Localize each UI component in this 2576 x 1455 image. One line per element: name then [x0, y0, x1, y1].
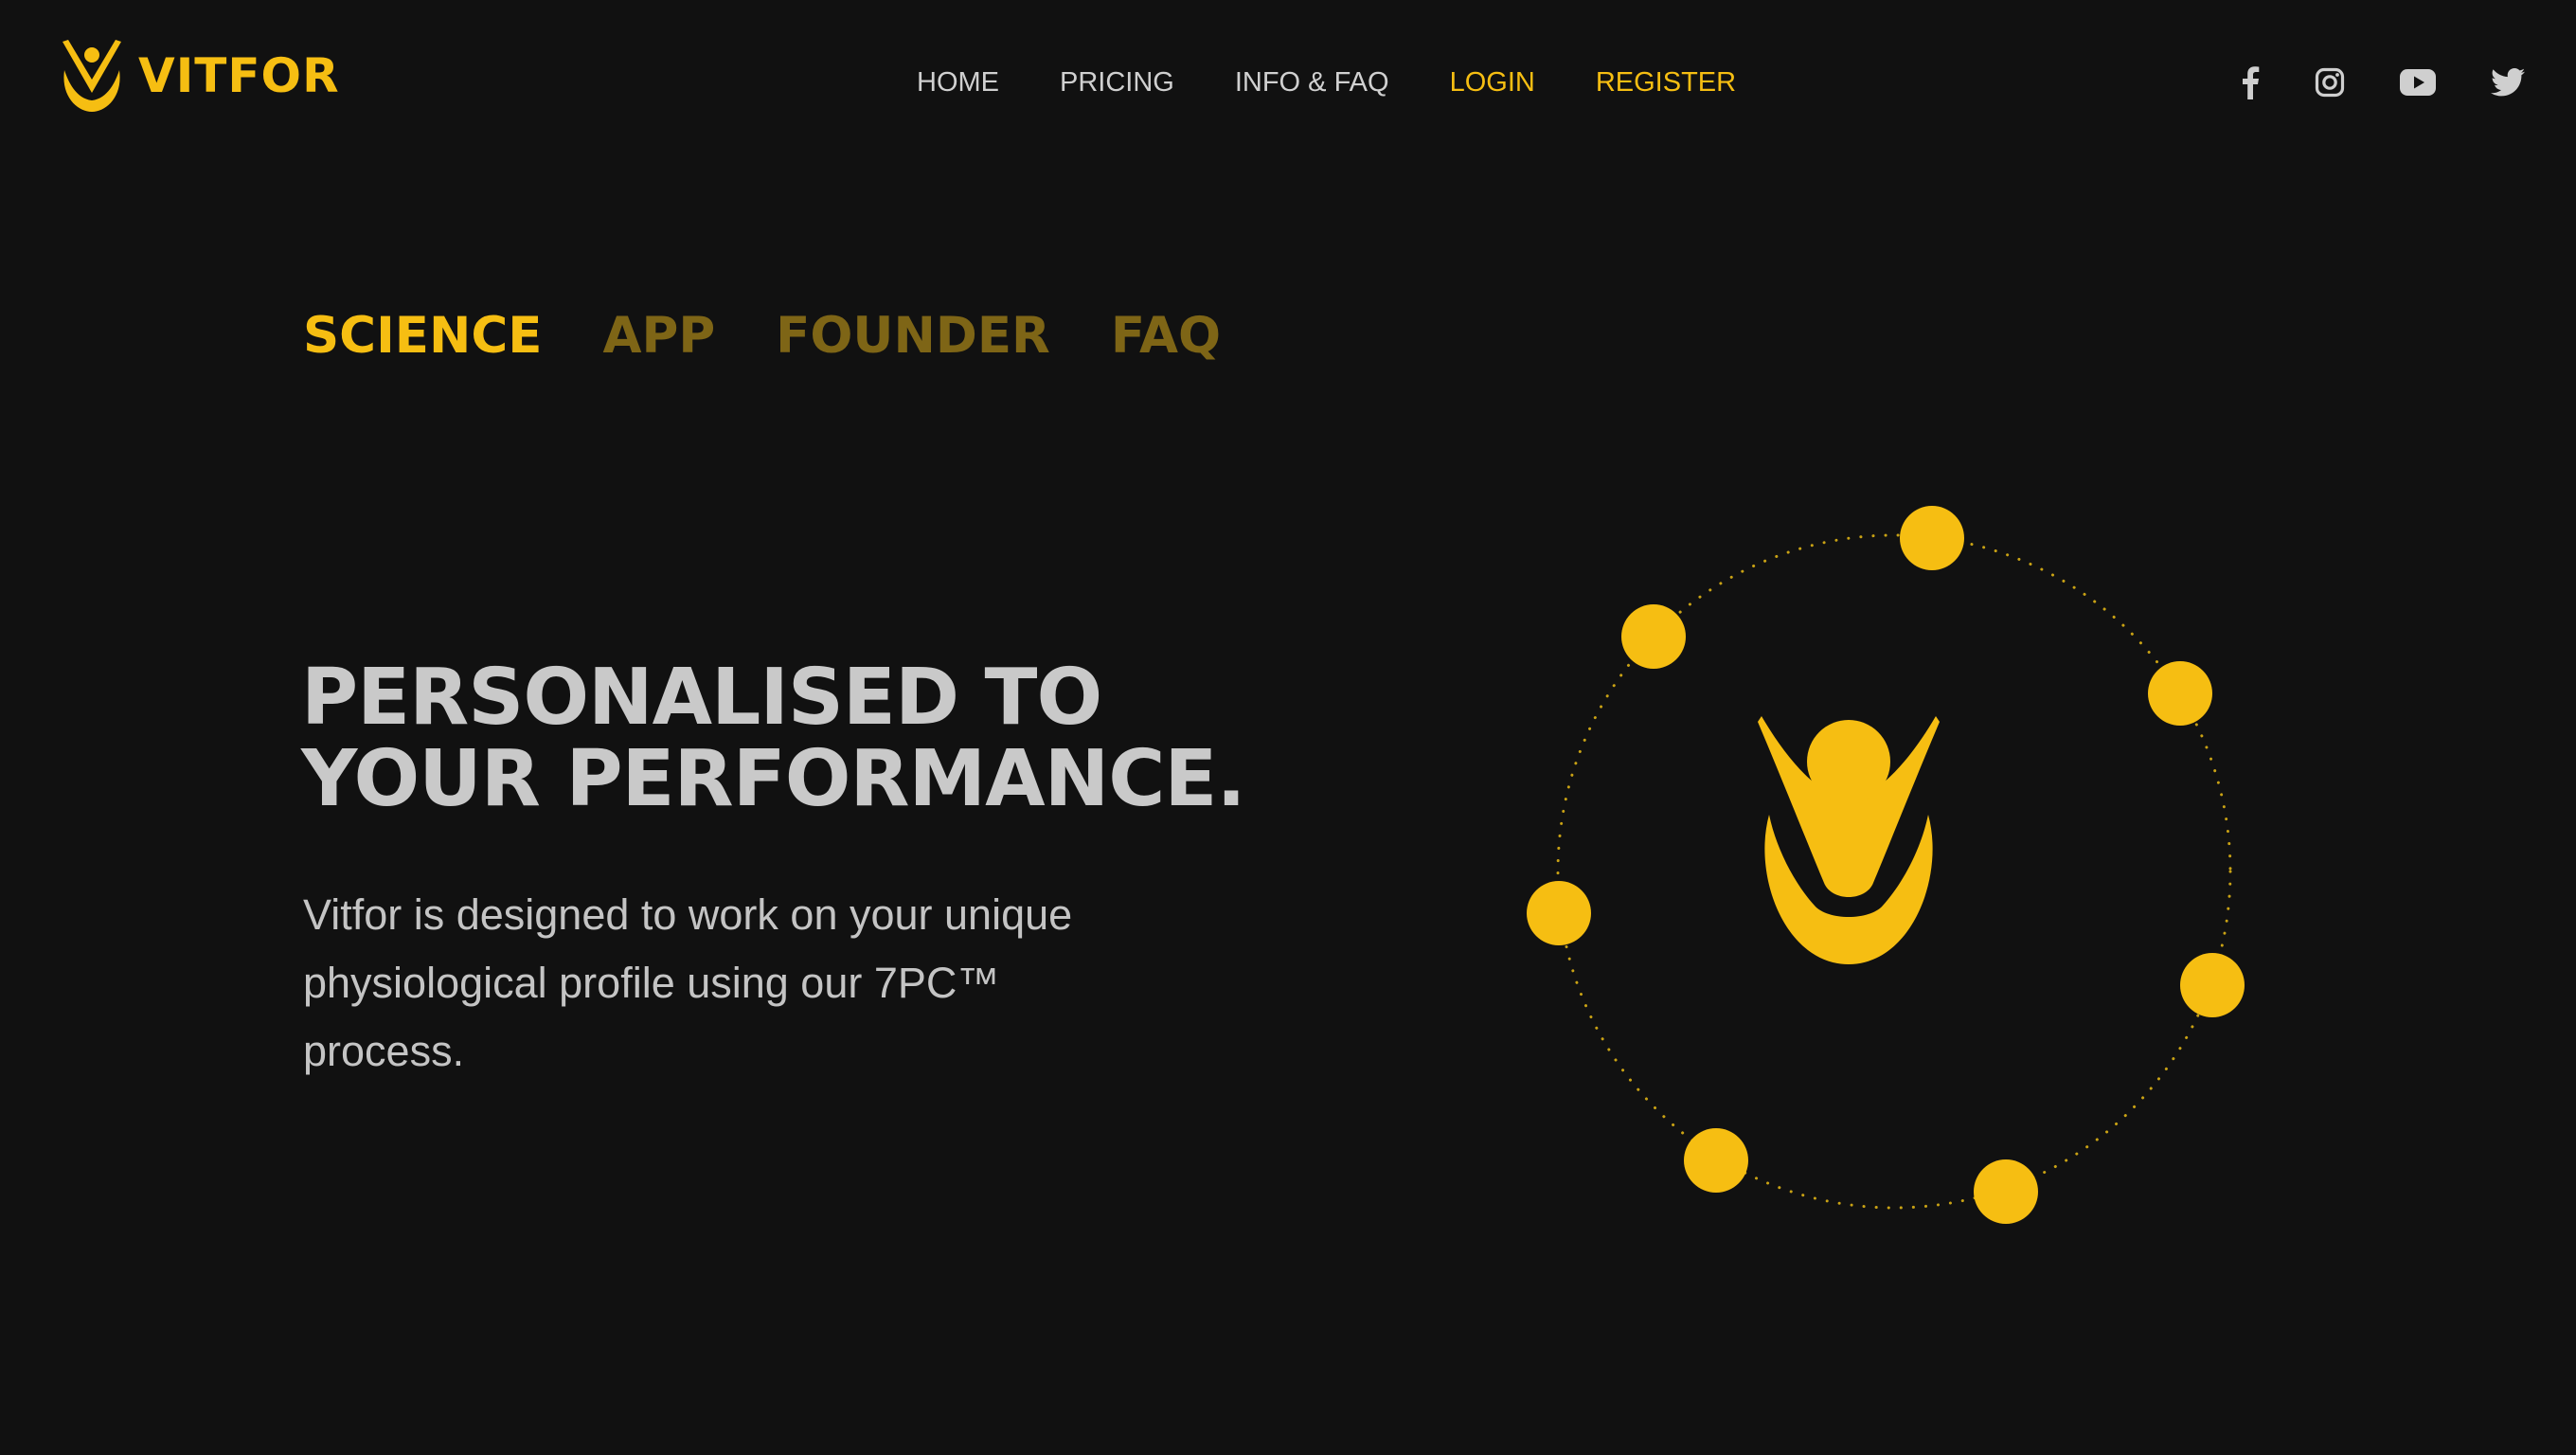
- orbit-dot: [1621, 604, 1686, 669]
- main-nav: HOME PRICING INFO & FAQ LOGIN REGISTER: [917, 64, 1736, 100]
- nav-register[interactable]: REGISTER: [1596, 64, 1736, 100]
- youtube-icon: [2400, 69, 2436, 96]
- logo[interactable]: VITFOR: [59, 38, 340, 114]
- nav-login[interactable]: LOGIN: [1450, 64, 1535, 100]
- hero-description: Vitfor is designed to work on your uniqu…: [303, 890, 1073, 1075]
- facebook-link[interactable]: [2241, 62, 2260, 103]
- youtube-link[interactable]: [2400, 62, 2436, 103]
- instagram-link[interactable]: [2315, 62, 2345, 103]
- nav-home[interactable]: HOME: [917, 64, 999, 100]
- section-tabs: SCIENCE APP FOUNDER FAQ: [303, 305, 1221, 368]
- hero-heading-line-2: YOUR PERFORMANCE.: [301, 734, 1246, 824]
- orbit-dot: [2180, 953, 2245, 1017]
- orbit-dot: [1974, 1159, 2038, 1224]
- vitfor-logo-icon: [63, 40, 121, 112]
- tab-app[interactable]: APP: [602, 305, 715, 368]
- hero-heading: PERSONALISED TO YOUR PERFORMANCE.: [301, 657, 1362, 820]
- 7pc-orbit-illustration: [1527, 506, 2245, 1224]
- orbit-dots: [1527, 506, 2245, 1224]
- nav-info-faq[interactable]: INFO & FAQ: [1235, 64, 1389, 100]
- twitter-icon: [2491, 68, 2525, 97]
- orbit-dot: [1900, 506, 1964, 570]
- instagram-icon: [2315, 67, 2345, 98]
- hero-heading-line-1: PERSONALISED TO: [301, 653, 1102, 743]
- tab-faq[interactable]: FAQ: [1111, 305, 1221, 368]
- page: VITFOR HOME PRICING INFO & FAQ LOGIN REG…: [0, 0, 2576, 1455]
- twitter-link[interactable]: [2491, 62, 2525, 103]
- orbit-dot: [2148, 661, 2212, 726]
- tab-science[interactable]: SCIENCE: [303, 305, 542, 368]
- orbit-dot: [1684, 1128, 1748, 1193]
- tab-founder[interactable]: FOUNDER: [776, 305, 1050, 368]
- logo-wordmark: VITFOR: [138, 48, 340, 103]
- orbit-dot: [1527, 881, 1591, 945]
- facebook-icon: [2243, 66, 2260, 99]
- vitfor-person-v-icon: [1758, 716, 1940, 964]
- nav-pricing[interactable]: PRICING: [1060, 64, 1174, 100]
- social-links: [2186, 62, 2525, 103]
